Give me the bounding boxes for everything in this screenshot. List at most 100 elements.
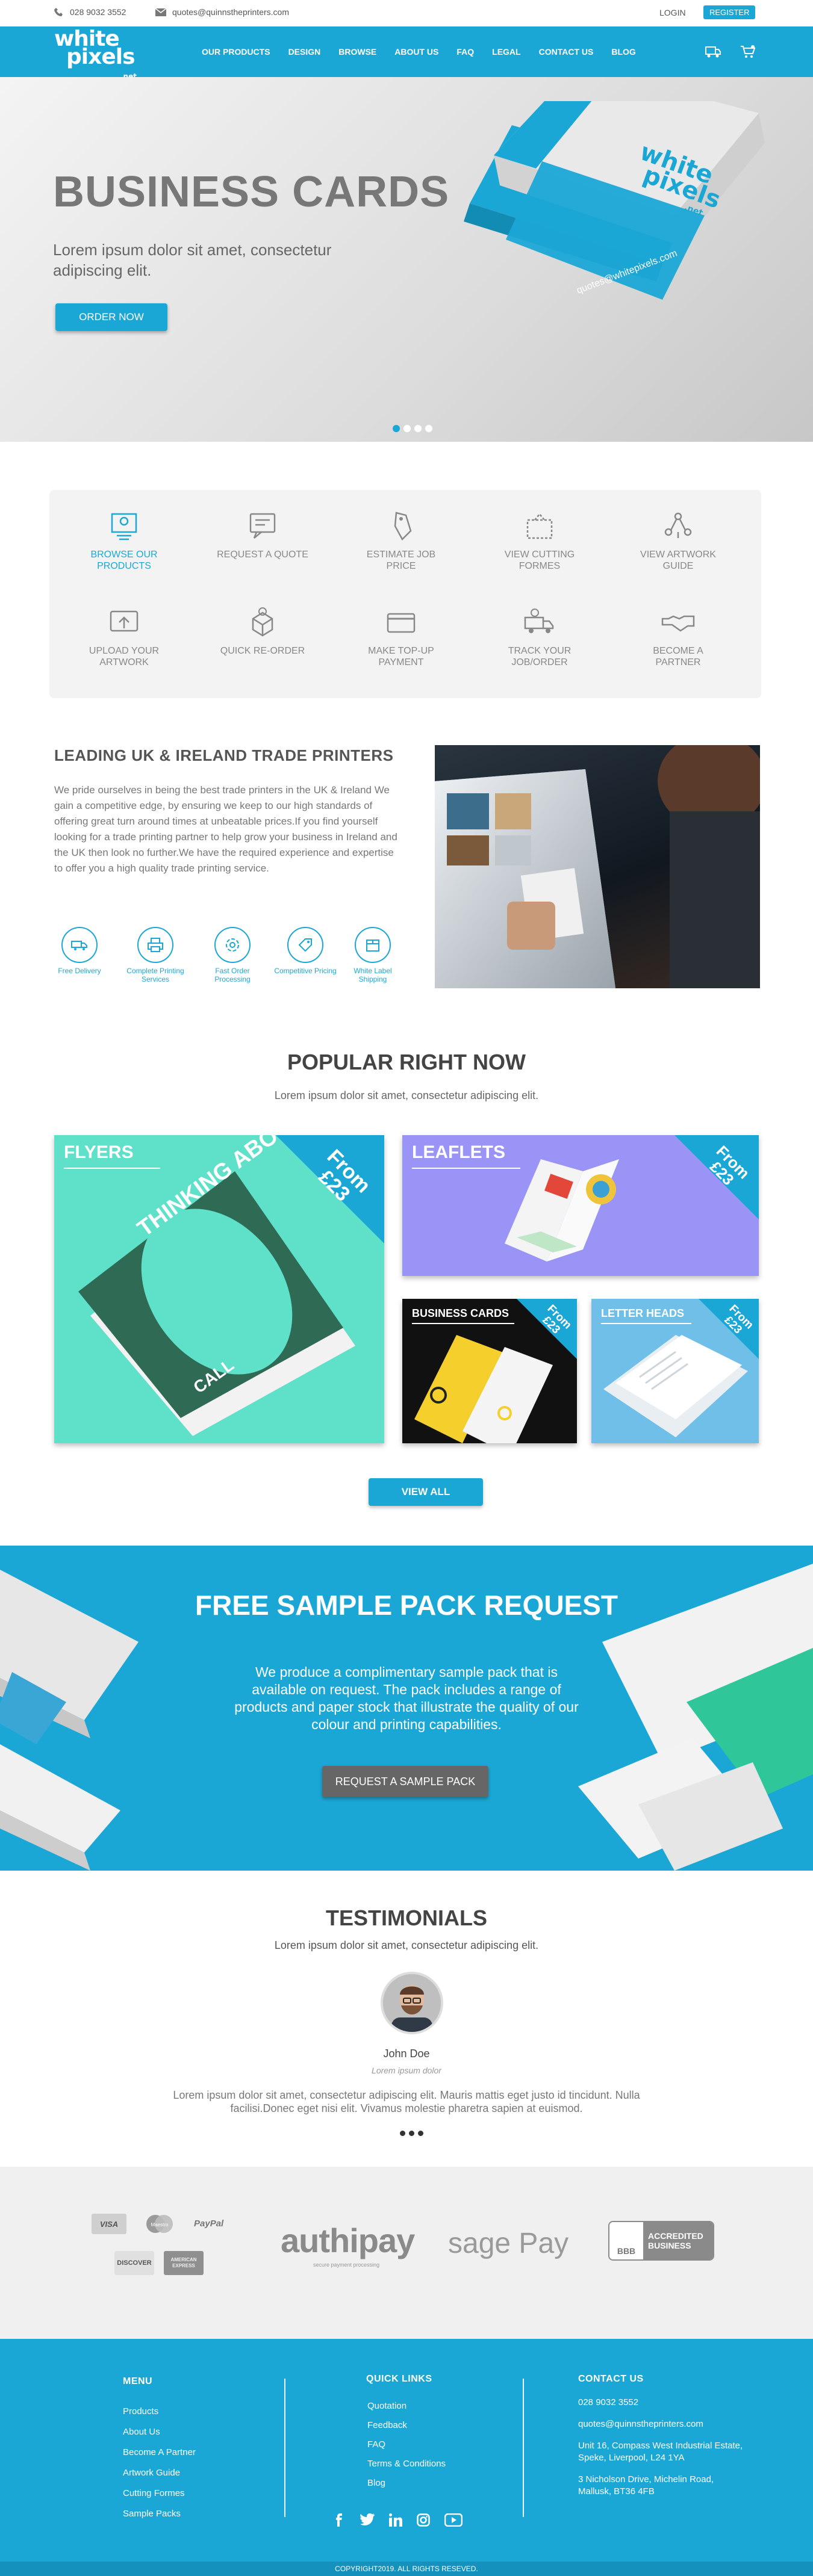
service-label: TRACK YOUR JOB/ORDER bbox=[508, 646, 572, 667]
nav-item-legal[interactable]: LEGAL bbox=[492, 47, 520, 57]
brand-logo[interactable]: white pixels .net bbox=[54, 28, 137, 81]
nav-item-about[interactable]: ABOUT US bbox=[394, 47, 438, 57]
cart-icon[interactable] bbox=[740, 45, 756, 59]
about-photo bbox=[435, 745, 760, 988]
quote-icon bbox=[249, 513, 276, 539]
footer-link[interactable]: Artwork Guide bbox=[123, 2463, 196, 2483]
footer-link[interactable]: Sample Packs bbox=[123, 2504, 196, 2524]
artwork-guide-icon bbox=[664, 512, 692, 538]
nav-icons bbox=[705, 45, 756, 59]
service-track-order[interactable]: TRACK YOUR JOB/ORDER bbox=[491, 604, 588, 668]
youtube-icon[interactable] bbox=[444, 2513, 463, 2527]
register-button[interactable]: REGISTER bbox=[703, 5, 756, 19]
feature-label: White Label Shipping bbox=[354, 967, 392, 983]
service-upload-artwork[interactable]: UPLOAD YOUR ARTWORK bbox=[76, 604, 172, 668]
footer-links-title: QUICK LINKS bbox=[366, 2374, 432, 2384]
mail-icon bbox=[155, 8, 166, 16]
maestro-logo: Maestro bbox=[142, 2212, 177, 2235]
quote-truck-icon[interactable] bbox=[705, 45, 721, 59]
service-label: REQUEST A QUOTE bbox=[217, 550, 308, 560]
carousel-dot[interactable] bbox=[393, 425, 400, 432]
nav-item-blog[interactable]: BLOG bbox=[611, 47, 635, 57]
logo-word-pixels: pixels bbox=[66, 45, 136, 69]
price-tag-icon bbox=[394, 512, 412, 541]
hero-subtitle: Lorem ipsum dolor sit amet, consectetur … bbox=[53, 241, 332, 279]
upload-icon bbox=[110, 610, 139, 632]
footer-link[interactable]: Become A Partner bbox=[123, 2442, 196, 2463]
shipping-box-icon bbox=[366, 940, 379, 952]
view-all-button[interactable]: VIEW ALL bbox=[369, 1478, 483, 1506]
product-card-business-cards[interactable]: BUSINESS CARDS From £23 bbox=[402, 1299, 577, 1443]
facebook-icon[interactable] bbox=[332, 2513, 346, 2527]
product-card-letter-heads[interactable]: LETTER HEADS From £23 bbox=[591, 1299, 759, 1443]
nav-item-browse[interactable]: BROWSE bbox=[338, 47, 376, 57]
nav-item-faq[interactable]: FAQ bbox=[456, 47, 474, 57]
feature-label: Competitive Pricing bbox=[274, 967, 337, 975]
footer-link[interactable]: Cutting Formes bbox=[123, 2483, 196, 2504]
footer-link[interactable]: Quotation bbox=[367, 2397, 446, 2416]
carousel-dot[interactable] bbox=[403, 425, 411, 432]
carousel-dot[interactable] bbox=[418, 2131, 423, 2136]
feature-competitive-pricing: Competitive Pricing bbox=[272, 927, 338, 975]
svg-text:Maestro: Maestro bbox=[151, 2222, 169, 2228]
cutting-icon bbox=[526, 512, 553, 539]
footer-menu-title: MENU bbox=[123, 2376, 153, 2386]
twitter-icon[interactable] bbox=[360, 2513, 375, 2525]
carousel-dot[interactable] bbox=[425, 425, 432, 432]
service-artwork-guide[interactable]: VIEW ARTWORK GUIDE bbox=[630, 508, 726, 572]
popular-subtitle: Lorem ipsum dolor sit amet, consectetur … bbox=[274, 1089, 539, 1101]
product-card-leaflets[interactable]: LEAFLETS From £23 bbox=[402, 1135, 759, 1276]
service-label: BECOME A PARTNER bbox=[653, 646, 703, 667]
footer-email[interactable]: quotes@quinnstheprinters.com bbox=[578, 2418, 747, 2430]
login-link[interactable]: LOGIN bbox=[659, 8, 686, 17]
card-title: LETTER HEADS bbox=[601, 1307, 685, 1319]
hero-title: BUSINESS CARDS bbox=[53, 168, 450, 216]
order-now-button[interactable]: ORDER NOW bbox=[55, 303, 167, 331]
nav-item-contact[interactable]: CONTACT US bbox=[539, 47, 594, 57]
handshake-icon bbox=[661, 615, 695, 632]
testimonial-name: John Doe bbox=[383, 2048, 430, 2060]
services-panel: BROWSE OUR PRODUCTS REQUEST A QUOTE ESTI… bbox=[49, 490, 761, 698]
footer-link[interactable]: Terms & Conditions bbox=[367, 2454, 446, 2474]
footer-divider bbox=[284, 2379, 285, 2517]
feature-fast-processing: Fast Order Processing bbox=[199, 927, 266, 983]
carousel-dot[interactable] bbox=[400, 2131, 405, 2136]
service-cutting-formes[interactable]: VIEW CUTTING FORMES bbox=[491, 508, 588, 572]
testimonials-title: TESTIMONIALS bbox=[326, 1906, 487, 1930]
nav-item-design[interactable]: DESIGN bbox=[288, 47, 321, 57]
service-topup-payment[interactable]: MAKE TOP-UP PAYMENT bbox=[353, 604, 449, 668]
bbb-mark: BBB bbox=[609, 2222, 643, 2259]
email-address: quotes@quinnstheprinters.com bbox=[172, 7, 289, 17]
footer-link[interactable]: Products bbox=[123, 2401, 196, 2422]
footer-link[interactable]: About Us bbox=[123, 2422, 196, 2442]
service-label: QUICK RE-ORDER bbox=[220, 646, 305, 656]
email-contact[interactable]: quotes@quinnstheprinters.com bbox=[155, 7, 289, 17]
phone-contact[interactable]: 028 9032 3552 bbox=[54, 7, 126, 17]
printer-icon bbox=[148, 938, 163, 952]
footer-address-liverpool: Unit 16, Compass West Industrial Estate,… bbox=[578, 2441, 743, 2463]
footer-link[interactable]: Blog bbox=[367, 2474, 446, 2493]
instagram-icon[interactable] bbox=[417, 2513, 430, 2527]
nav-item-products[interactable]: OUR PRODUCTS bbox=[202, 47, 270, 57]
request-sample-button[interactable]: REQUEST A SAMPLE PACK bbox=[322, 1766, 488, 1797]
pricing-icon bbox=[298, 938, 312, 952]
service-request-quote[interactable]: REQUEST A QUOTE bbox=[214, 508, 311, 560]
footer-link[interactable]: FAQ bbox=[367, 2435, 446, 2454]
service-browse-products[interactable]: BROWSE OUR PRODUCTS bbox=[76, 508, 172, 572]
product-card-flyers[interactable]: THINKING ABOUT GUITAR LESSONS? CALL FLYE… bbox=[54, 1135, 384, 1443]
footer-link[interactable]: Feedback bbox=[367, 2416, 446, 2435]
processing-icon bbox=[226, 938, 239, 952]
service-label: BROWSE OUR PRODUCTS bbox=[90, 550, 158, 571]
card-title: BUSINESS CARDS bbox=[412, 1307, 509, 1319]
service-quick-reorder[interactable]: QUICK RE-ORDER bbox=[214, 604, 311, 657]
feature-label: Free Delivery bbox=[58, 967, 101, 975]
carousel-dot[interactable] bbox=[414, 425, 422, 432]
service-estimate-price[interactable]: ESTIMATE JOB PRICE bbox=[353, 508, 449, 572]
service-become-partner[interactable]: BECOME A PARTNER bbox=[630, 604, 726, 668]
footer-contact-title: CONTACT US bbox=[578, 2374, 644, 2384]
linkedin-icon[interactable] bbox=[389, 2513, 402, 2527]
footer-phone[interactable]: 028 9032 3552 bbox=[578, 2397, 747, 2409]
feature-free-delivery: Free Delivery bbox=[46, 927, 113, 975]
popular-title: POPULAR RIGHT NOW bbox=[287, 1050, 526, 1074]
carousel-dot[interactable] bbox=[409, 2131, 414, 2136]
